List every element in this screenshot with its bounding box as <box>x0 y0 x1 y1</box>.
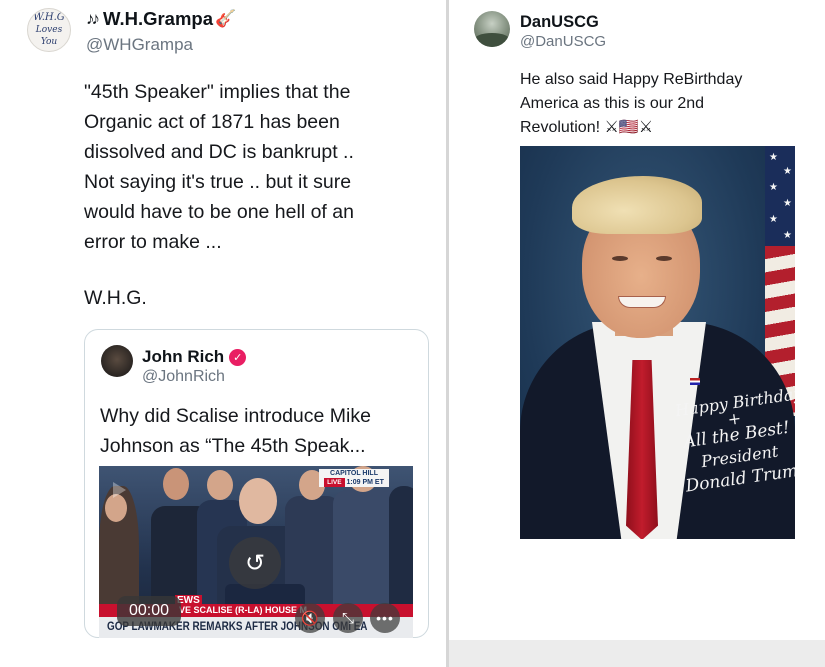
john-rich-avatar[interactable] <box>101 345 133 377</box>
avatar-text-line-2: Loves <box>35 25 63 35</box>
john-rich-display-name[interactable]: John Rich ✓ <box>142 347 247 367</box>
quoted-text-line: Johnson as “The 45th Speak... <box>100 435 366 457</box>
smile <box>618 296 666 308</box>
more-options-icon[interactable]: ••• <box>370 603 400 633</box>
mute-icon[interactable]: 🔇 <box>295 603 325 633</box>
play-icon <box>113 482 126 498</box>
verified-badge-icon: ✓ <box>229 348 247 366</box>
flag-star-icon: ★ <box>769 214 778 225</box>
hair <box>572 176 702 234</box>
tweet-text-line: dissolved and DC is bankrupt .. <box>84 141 354 163</box>
dan-tweet-text: He also said Happy ReBirthday America as… <box>520 68 790 140</box>
whg-display-name[interactable]: ♪♪ W.H.Grampa 🎸 <box>86 8 236 30</box>
tweet-image-portrait[interactable]: ★ ★ ★ ★ ★ ★ Happy Birthday + All the Bes… <box>520 146 795 539</box>
tweet-text-line: "45th Speaker" implies that the <box>84 81 351 103</box>
live-time: 1:09 PM ET <box>346 479 384 486</box>
capitol-badge-text: CAPITOL HILL <box>330 470 378 477</box>
guitar-icon: 🎸 <box>215 9 237 28</box>
flag-pin-icon <box>690 378 700 385</box>
quoted-text-line: Why did Scalise introduce Mike <box>100 405 371 427</box>
avatar-text-line-1: W.H.G <box>33 12 65 23</box>
live-label: LIVE <box>324 478 345 487</box>
john-rich-handle[interactable]: @JohnRich <box>142 368 225 386</box>
avatar-text-line-3: You <box>40 37 58 47</box>
chyron-top-text: VE SCALISE (R-LA) HOUSE M <box>179 605 308 615</box>
crowd-face <box>105 494 127 522</box>
flag-star-icon: ★ <box>769 182 778 193</box>
video-player[interactable]: CAPITOL HILL LIVE 1:09 PM ET VE SCALISE … <box>99 466 413 638</box>
crowd-face <box>207 470 233 500</box>
video-time-badge: 00:00 <box>117 596 181 626</box>
tweet-text-line: Revolution! ⚔🇺🇸⚔ <box>520 119 654 136</box>
whg-tweet-text: "45th Speaker" implies that the Organic … <box>84 77 424 257</box>
dan-handle[interactable]: @DanUSCG <box>520 33 606 50</box>
john-rich-name-text: John Rich <box>142 347 225 366</box>
tweet-text-line: Organic act of 1871 has been <box>84 111 340 133</box>
music-notes-icon: ♪♪ <box>86 9 100 28</box>
whg-signature: W.H.G. <box>84 287 147 309</box>
flag-star-icon: ★ <box>783 230 792 241</box>
tweet-text-line: error to make ... <box>84 231 222 253</box>
quoted-tweet-text: Why did Scalise introduce Mike Johnson a… <box>100 401 420 461</box>
flag-star-icon: ★ <box>783 198 792 209</box>
flag-star-icon: ★ <box>783 166 792 177</box>
capitol-hill-badge: CAPITOL HILL LIVE 1:09 PM ET <box>319 469 389 487</box>
whg-handle[interactable]: @WHGrampa <box>86 35 193 55</box>
whg-name-text: W.H.Grampa <box>103 8 213 29</box>
right-eye <box>656 256 672 261</box>
whg-avatar[interactable]: W.H.G Loves You <box>27 8 71 52</box>
autograph-signature: Happy Birthday + All the Best! President… <box>674 384 795 497</box>
expand-icon[interactable]: ⤡ <box>333 603 363 633</box>
crowd-face <box>163 468 189 500</box>
flag-star-icon: ★ <box>769 152 778 163</box>
replay-icon[interactable]: ↺ <box>229 537 281 589</box>
tweet-text-line: would have to be one hell of an <box>84 201 354 223</box>
left-eye <box>612 256 628 261</box>
tweet-text-line: America as this is our 2nd <box>520 95 705 112</box>
speaker-face <box>239 478 277 524</box>
dan-avatar[interactable] <box>474 11 510 47</box>
tweet-text-line: Not saying it's true .. but it sure <box>84 171 352 193</box>
tweet-text-line: He also said Happy ReBirthday <box>520 71 743 88</box>
dan-display-name[interactable]: DanUSCG <box>520 13 599 32</box>
avatar-landscape <box>474 33 510 47</box>
